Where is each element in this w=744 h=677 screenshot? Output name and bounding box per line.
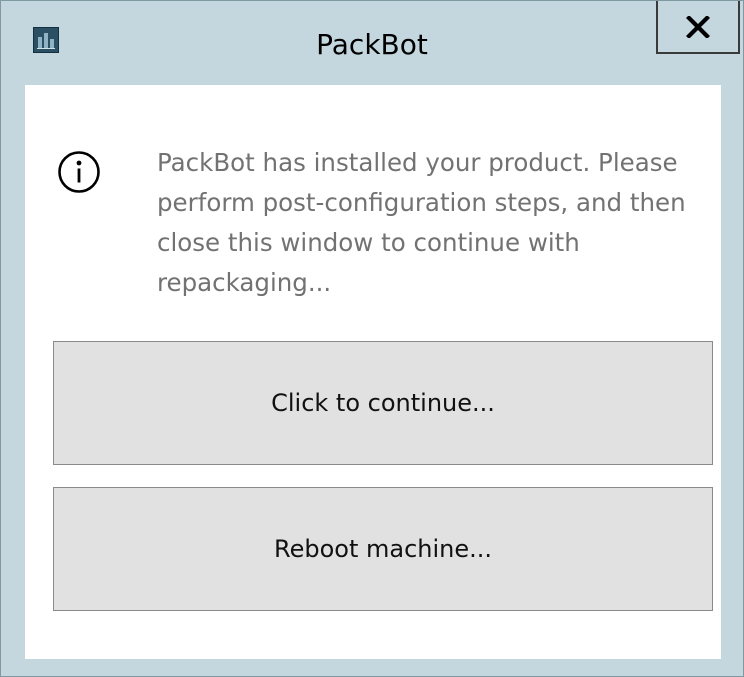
continue-button[interactable]: Click to continue... [53, 341, 713, 465]
continue-button-label: Click to continue... [271, 389, 495, 417]
reboot-machine-button[interactable]: Reboot machine... [53, 487, 713, 611]
close-button[interactable] [656, 1, 740, 54]
close-icon [686, 15, 710, 38]
info-message: PackBot has installed your product. Plea… [157, 148, 686, 297]
window-title: PackBot [316, 28, 428, 61]
packbot-window: PackBot PackBot has installed your produ… [0, 0, 744, 677]
reboot-button-label: Reboot machine... [273, 535, 493, 563]
info-icon [58, 151, 100, 193]
title-bar[interactable]: PackBot [1, 1, 743, 85]
dialog-content: PackBot has installed your product. Plea… [25, 85, 721, 659]
